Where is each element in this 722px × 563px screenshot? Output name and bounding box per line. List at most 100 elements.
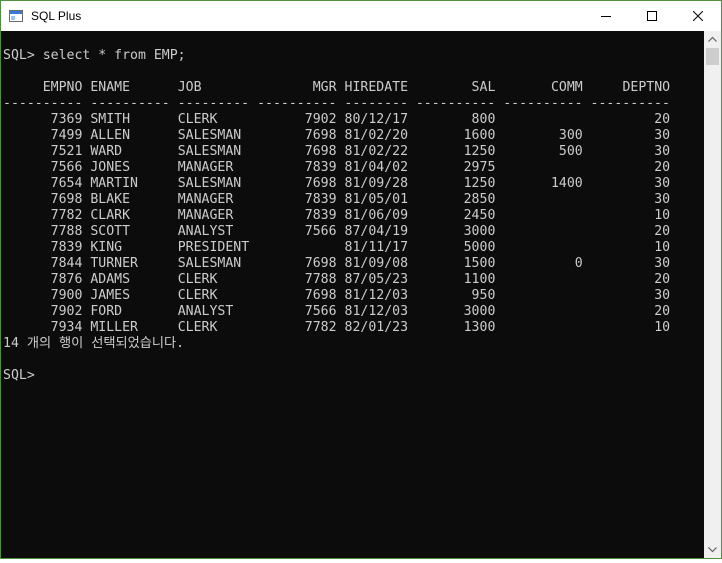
table-cell-comm: [503, 272, 582, 287]
table-cell-sal: 1100: [415, 272, 496, 287]
table-cell-job: MANAGER: [177, 160, 250, 175]
table-cell-comm: [503, 224, 582, 239]
table-cell-job: MANAGER: [177, 192, 250, 207]
table-cell-mgr: [257, 240, 336, 255]
result-message: 14 개의 행이 선택되었습니다.: [3, 336, 185, 351]
table-cell-comm: [503, 112, 582, 127]
table-cell-comm: [503, 160, 582, 175]
table-row: 7521 WARD SALESMAN 7698 81/02/22 1250 50…: [3, 144, 670, 159]
table-row: 7839 KING PRESIDENT 81/11/17 5000 10: [3, 240, 670, 255]
table-cell-mgr: 7839: [257, 208, 337, 223]
table-cell-hiredate: 81/11/17: [344, 240, 409, 255]
table-cell-ename: TURNER: [90, 256, 170, 271]
table-row: 7566 JONES MANAGER 7839 81/04/02 2975 20: [3, 160, 670, 175]
table-cell-hiredate: 81/09/08: [344, 256, 409, 271]
scroll-up-button[interactable]: [704, 31, 721, 48]
table-cell-comm: [503, 320, 582, 335]
console-area[interactable]: SQL> select * from EMP; EMPNO ENAME JOB …: [1, 31, 704, 558]
table-cell-sal: 2975: [415, 160, 496, 175]
close-button[interactable]: [675, 1, 721, 31]
table-cell-empno: 7369: [3, 112, 83, 127]
table-row: 7844 TURNER SALESMAN 7698 81/09/08 1500 …: [3, 256, 670, 271]
table-cell-job: CLERK: [177, 288, 250, 303]
table-cell-job: CLERK: [177, 320, 250, 335]
table-cell-ename: JONES: [90, 160, 170, 175]
table-row: 7934 MILLER CLERK 7782 82/01/23 1300 10: [3, 320, 670, 335]
table-cell-sal: 3000: [415, 304, 496, 319]
table-cell-mgr: 7698: [257, 256, 337, 271]
vertical-scrollbar[interactable]: [704, 31, 721, 558]
table-cell-hiredate: 82/01/23: [344, 320, 409, 335]
table-cell-mgr: 7698: [257, 128, 337, 143]
table-cell-deptno: 30: [590, 256, 671, 271]
table-cell-empno: 7782: [3, 208, 83, 223]
table-cell-sal: 2450: [415, 208, 496, 223]
table-cell-mgr: 7698: [257, 144, 337, 159]
table-cell-sal: 1500: [415, 256, 496, 271]
table-cell-mgr: 7902: [257, 112, 337, 127]
table-cell-job: SALESMAN: [177, 256, 250, 271]
table-cell-mgr: 7698: [257, 288, 337, 303]
table-cell-mgr: 7698: [257, 176, 337, 191]
column-header-job: JOB: [177, 80, 250, 95]
table-cell-deptno: 30: [590, 176, 671, 191]
table-cell-deptno: 20: [590, 272, 671, 287]
table-cell-deptno: 30: [590, 192, 671, 207]
table-cell-job: SALESMAN: [177, 128, 250, 143]
table-cell-empno: 7566: [3, 160, 83, 175]
table-cell-hiredate: 81/02/20: [344, 128, 409, 143]
table-cell-comm: 300: [503, 128, 583, 143]
table-cell-ename: FORD: [90, 304, 170, 319]
table-row: 7654 MARTIN SALESMAN 7698 81/09/28 1250 …: [3, 176, 670, 191]
table-cell-ename: MARTIN: [90, 176, 170, 191]
table-cell-ename: WARD: [90, 144, 170, 159]
table-row: 7876 ADAMS CLERK 7788 87/05/23 1100 20: [3, 272, 670, 287]
result-separator: ---------- ---------- --------- --------…: [3, 96, 670, 111]
minimize-button[interactable]: [583, 1, 629, 31]
table-cell-job: MANAGER: [177, 208, 250, 223]
table-row: 7900 JAMES CLERK 7698 81/12/03 950 30: [3, 288, 670, 303]
table-cell-deptno: 30: [590, 128, 671, 143]
table-cell-comm: 500: [503, 144, 583, 159]
table-cell-empno: 7839: [3, 240, 83, 255]
table-row: 7369 SMITH CLERK 7902 80/12/17 800 20: [3, 112, 670, 127]
table-cell-empno: 7934: [3, 320, 83, 335]
result-rows: 7369 SMITH CLERK 7902 80/12/17 800 20 74…: [3, 112, 670, 335]
table-cell-deptno: 20: [590, 304, 671, 319]
maximize-button[interactable]: [629, 1, 675, 31]
column-header-comm: COMM: [503, 80, 583, 95]
table-cell-comm: [503, 304, 582, 319]
chevron-up-icon: [708, 36, 717, 42]
title-bar[interactable]: SQL Plus: [1, 1, 721, 31]
table-cell-comm: [503, 240, 582, 255]
column-header-deptno: DEPTNO: [590, 80, 671, 95]
table-cell-hiredate: 80/12/17: [344, 112, 409, 127]
column-header-empno: EMPNO: [3, 80, 83, 95]
table-cell-job: ANALYST: [177, 304, 250, 319]
column-header-ename: ENAME: [90, 80, 170, 95]
scroll-thumb[interactable]: [706, 48, 719, 65]
table-cell-sal: 1250: [415, 144, 496, 159]
table-row: 7788 SCOTT ANALYST 7566 87/04/19 3000 20: [3, 224, 670, 239]
table-cell-ename: ALLEN: [90, 128, 170, 143]
table-cell-sal: 5000: [415, 240, 496, 255]
table-cell-sal: 800: [415, 112, 496, 127]
table-cell-sal: 3000: [415, 224, 496, 239]
table-cell-hiredate: 81/06/09: [344, 208, 409, 223]
table-cell-deptno: 10: [590, 320, 671, 335]
table-cell-ename: JAMES: [90, 288, 170, 303]
minimize-icon: [601, 16, 611, 17]
scroll-down-button[interactable]: [704, 541, 721, 558]
table-cell-sal: 2850: [415, 192, 496, 207]
table-cell-mgr: 7839: [257, 192, 337, 207]
table-cell-ename: ADAMS: [90, 272, 170, 287]
table-cell-comm: 1400: [503, 176, 583, 191]
table-row: 7902 FORD ANALYST 7566 81/12/03 3000 20: [3, 304, 670, 319]
final-prompt: SQL>: [3, 368, 35, 383]
table-cell-ename: SCOTT: [90, 224, 170, 239]
sql-command: select * from EMP;: [42, 48, 186, 63]
table-cell-hiredate: 87/05/23: [344, 272, 409, 287]
table-cell-sal: 1600: [415, 128, 496, 143]
column-header-sal: SAL: [415, 80, 496, 95]
table-cell-ename: KING: [90, 240, 170, 255]
